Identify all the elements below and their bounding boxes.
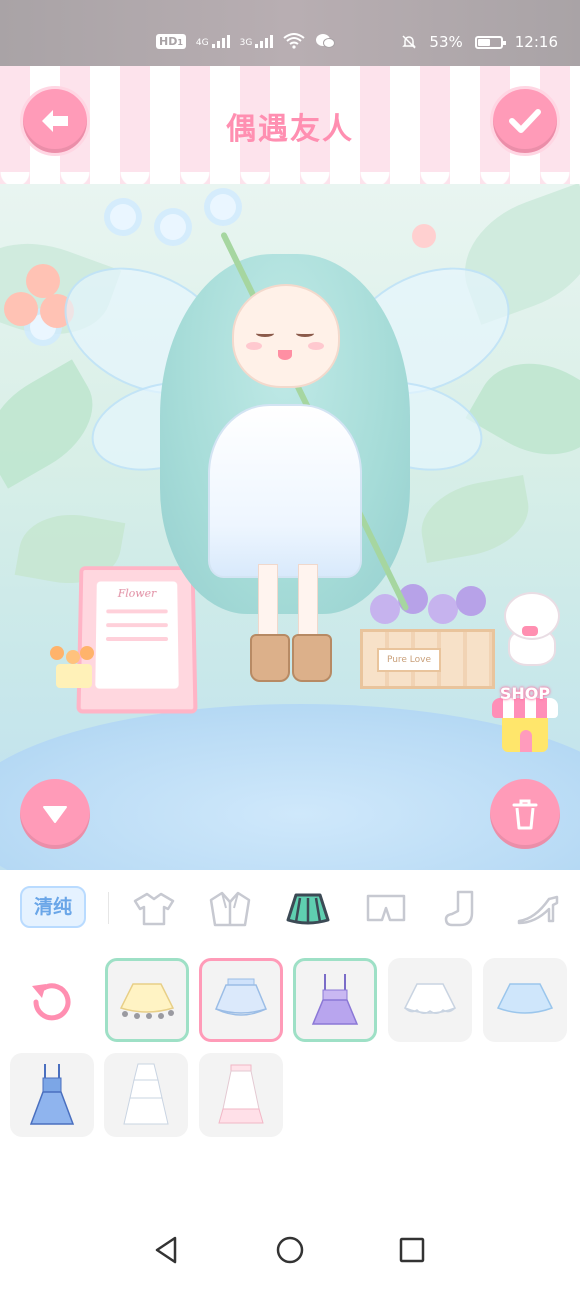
item-yellow-tutu-skirt[interactable]: [105, 958, 189, 1042]
mute-bell-icon: [402, 35, 417, 49]
shop-button[interactable]: SHOP: [492, 684, 558, 758]
rotate-ccw-icon: [32, 983, 71, 1021]
orange-flowers: [50, 646, 100, 688]
face: [232, 284, 340, 388]
sock-icon[interactable]: [438, 888, 486, 930]
trash-icon: [512, 799, 538, 830]
tshirt-icon[interactable]: [130, 888, 178, 930]
wardrobe-panel: 清纯: [0, 870, 580, 1202]
battery-percent: 53%: [429, 33, 463, 51]
triangle-left-icon: [155, 1236, 177, 1264]
top-bar: 偶遇友人: [0, 66, 580, 196]
network-3g: 3G: [240, 34, 274, 48]
item-purple-overall-skirt[interactable]: [293, 958, 377, 1042]
heel-icon[interactable]: [514, 888, 562, 930]
triangle-down-icon: [43, 806, 67, 823]
divider: [108, 892, 109, 924]
item-blue-pinafore-dress[interactable]: [10, 1053, 94, 1137]
reset-button[interactable]: [24, 974, 80, 1030]
hd-badge: HD1: [156, 33, 186, 49]
dressup-scene: Flower Pure Love SHOP: [0, 184, 580, 870]
status-left: HD1 4G 3G: [156, 33, 336, 49]
shop-label: SHOP: [499, 684, 551, 703]
system-nav-bar: [0, 1202, 580, 1289]
fairy-character: [44, 214, 530, 734]
delete-button[interactable]: [490, 779, 560, 849]
skirt-icon[interactable]: [284, 888, 332, 930]
signal-icon: [255, 34, 274, 48]
confirm-button[interactable]: [490, 86, 560, 156]
collapse-button[interactable]: [20, 779, 90, 849]
nav-back-button[interactable]: [146, 1230, 186, 1270]
item-white-tiered-long-skirt[interactable]: [104, 1053, 188, 1137]
circle-home-icon: [276, 1236, 304, 1264]
item-blue-flare-skirt[interactable]: [483, 958, 567, 1042]
white-cat: [498, 584, 562, 666]
checkmark-icon: [509, 109, 541, 133]
status-right: 53% 12:16: [401, 33, 558, 51]
battery-icon: [474, 35, 506, 49]
boot: [292, 634, 332, 682]
lavender: [456, 586, 486, 616]
category-row: 清纯: [0, 884, 580, 936]
nav-home-button[interactable]: [270, 1230, 310, 1270]
orange-berry: [4, 292, 38, 326]
square-recents-icon: [399, 1237, 425, 1263]
nav-recents-button[interactable]: [392, 1230, 432, 1270]
shop-store: [502, 718, 548, 752]
item-blue-layered-skirt[interactable]: [199, 958, 283, 1042]
status-bar: HD1 4G 3G 53% 12:16: [0, 0, 580, 66]
style-filter-button[interactable]: 清纯: [20, 886, 86, 928]
orange-berry: [26, 264, 60, 298]
clock: 12:16: [514, 33, 558, 51]
network-4g: 4G: [196, 34, 230, 48]
jacket-icon[interactable]: [206, 888, 254, 930]
white-dress: [208, 404, 362, 578]
item-white-pink-long-skirt[interactable]: [199, 1053, 283, 1137]
shorts-icon[interactable]: [362, 888, 410, 930]
wechat-icon: [316, 34, 336, 48]
signal-icon: [211, 34, 230, 48]
boot: [250, 634, 290, 682]
item-white-lace-skirt[interactable]: [388, 958, 472, 1042]
wifi-icon: [283, 33, 305, 49]
